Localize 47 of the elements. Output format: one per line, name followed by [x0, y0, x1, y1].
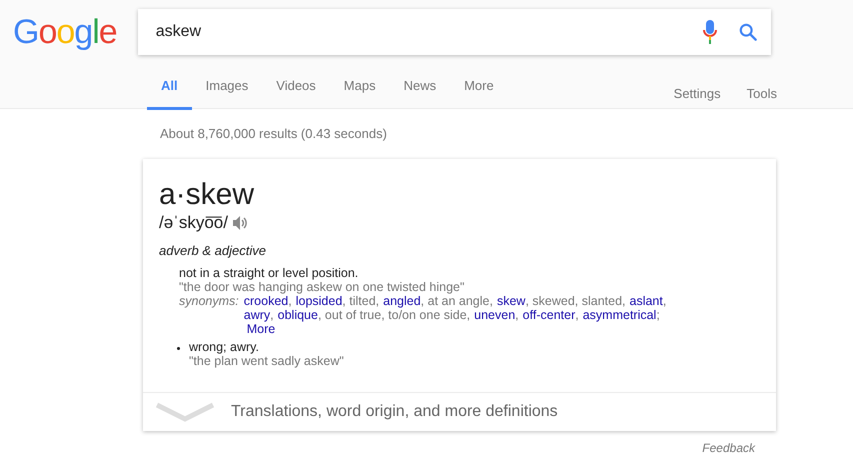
more-link[interactable]: More [246, 322, 276, 336]
synonym-link[interactable]: aslant [630, 294, 663, 308]
synonym-text: , [270, 308, 274, 322]
synonym-link[interactable]: skew [496, 294, 526, 308]
synonym-link[interactable]: off-center [522, 308, 576, 322]
tool-link[interactable]: Settings [648, 86, 721, 110]
synonym-link[interactable]: uneven [474, 308, 516, 322]
synonym-link[interactable]: oblique [278, 308, 318, 322]
synonym-text: ; [656, 308, 660, 322]
result-stats: About 8,760,000 results (0.43 seconds) [160, 126, 388, 141]
microphone-icon[interactable] [702, 20, 717, 44]
feedback-link[interactable]: Feedback [702, 441, 755, 455]
tab[interactable]: News [390, 78, 450, 110]
synonyms-label: synonyms: [179, 294, 239, 310]
synonym-link[interactable]: angled [383, 294, 421, 308]
synonym-link[interactable]: asymmetrical [582, 308, 656, 322]
expand-row[interactable]: Translations, word origin, and more definitions [143, 392, 776, 431]
synonym-text: , at an angle, [420, 294, 493, 308]
search-field[interactable]: askew [154, 22, 703, 42]
google-logo[interactable]: Google [10, 8, 120, 56]
example-sentence: "the door was hanging askew on one twisted hinge" [179, 280, 466, 294]
tab[interactable]: Maps [330, 78, 390, 110]
tab[interactable]: Images [192, 78, 262, 110]
definition: wrong; awry. [189, 340, 260, 354]
chevron-down-icon [155, 402, 215, 422]
example-sentence: "the plan went sadly askew" [189, 354, 344, 368]
tool-link[interactable]: Tools [720, 86, 777, 110]
search-bar[interactable]: askew [138, 9, 771, 55]
synonym-text: , [575, 308, 579, 322]
headword: a·skew [159, 177, 256, 213]
synonym-text: , [515, 308, 519, 322]
tab[interactable]: More [450, 78, 508, 110]
synonym-link[interactable]: crooked [244, 294, 288, 308]
synonym-text: , [662, 294, 666, 308]
synonym-link[interactable]: awry [244, 308, 270, 322]
part-of-speech: adverb & adjective [159, 243, 267, 258]
synonym-text: , skewed, slanted, [525, 294, 626, 308]
speaker-icon[interactable] [232, 215, 248, 231]
tab[interactable]: Videos [262, 78, 330, 110]
synonym-text: , out of true, to/on one side, [318, 308, 470, 322]
definition: not in a straight or level position. [179, 266, 360, 280]
synonym-text: , tilted, [342, 294, 380, 308]
synonym-link[interactable]: lopsided [296, 294, 342, 308]
pronunciation: /əˈskyo͞o/ [159, 213, 228, 233]
search-icon[interactable] [738, 23, 757, 41]
bullet-icon [177, 347, 180, 350]
synonym-text: , [288, 294, 292, 308]
